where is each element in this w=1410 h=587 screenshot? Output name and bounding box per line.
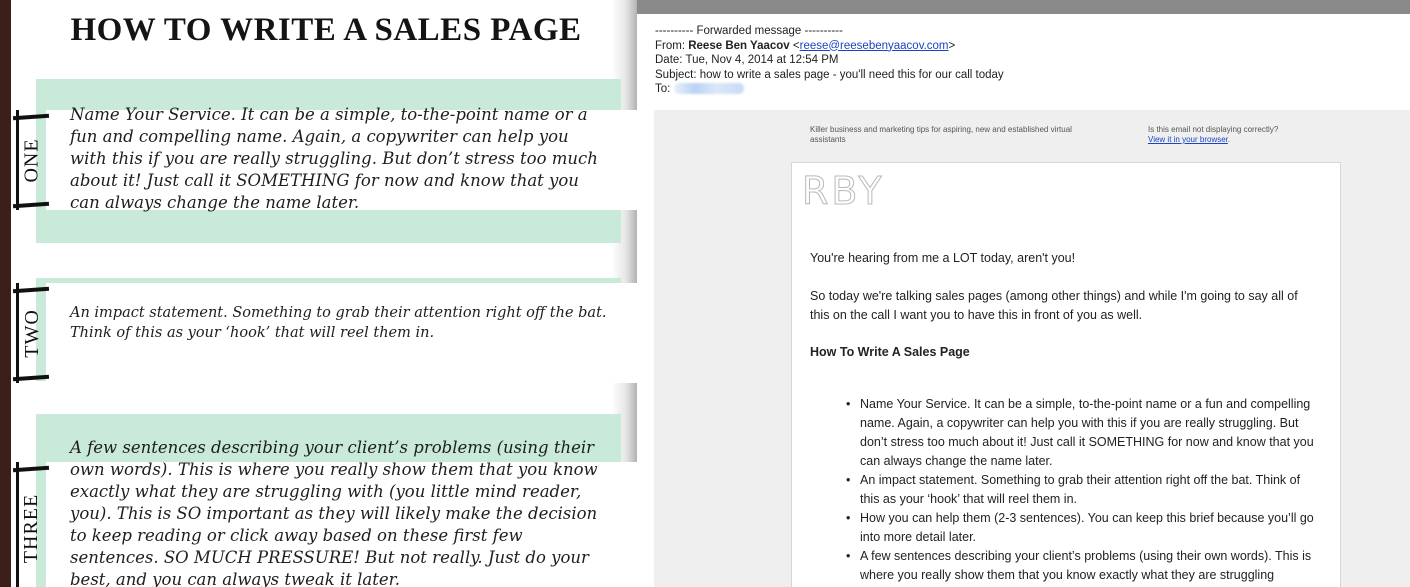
sender-name: Reese Ben Yaacov <box>688 39 790 52</box>
to-row: To: <box>655 82 1395 97</box>
rby-logo: RBY <box>802 169 885 214</box>
subject-row: Subject: how to write a sales page - you… <box>655 68 1004 81</box>
step-one-label: ONE <box>20 137 43 183</box>
worksheet-edge <box>0 0 11 587</box>
list-item: Name Your Service. It can be a simple, t… <box>846 395 1315 471</box>
forwarded-line: ---------- Forwarded message ---------- <box>655 25 843 37</box>
email-heading: How To Write A Sales Page <box>810 345 970 359</box>
step-one-text: Name Your Service. It can be a simple, t… <box>70 105 598 212</box>
subject-value: how to write a sales page - you'll need … <box>699 68 1004 81</box>
from-row: From: Reese Ben Yaacov <reese@reesebenya… <box>655 39 956 52</box>
email-panel: ---------- Forwarded message ---------- … <box>637 0 1410 587</box>
list-item: A few sentences describing your client’s… <box>846 547 1315 585</box>
view-in-browser-link[interactable]: View it in your browser <box>1148 135 1228 144</box>
worksheet-title: HOW TO WRITE A SALES PAGE <box>70 12 582 48</box>
email-intro: So today we're talking sales pages (amon… <box>810 289 1298 322</box>
preheader-display-notice: Is this email not displaying correctly? … <box>1148 125 1279 144</box>
step-three-label: THREE <box>20 493 43 564</box>
list-item: How you can help them (2-3 sentences). Y… <box>846 509 1315 547</box>
step-two-label: TWO <box>20 308 43 358</box>
email-greeting: You're hearing from me a LOT today, aren… <box>810 251 1076 265</box>
date-value: Tue, Nov 4, 2014 at 12:54 PM <box>685 54 839 66</box>
date-row: Date: Tue, Nov 4, 2014 at 12:54 PM <box>655 54 839 66</box>
email-bullet-list: Name Your Service. It can be a simple, t… <box>846 395 1315 585</box>
worksheet-panel: HOW TO WRITE A SALES PAGE ONE Name Your … <box>0 0 637 587</box>
list-item: An impact statement. Something to grab t… <box>846 471 1315 509</box>
window-top-bar <box>637 0 1410 14</box>
email-content-card: RBY You're hearing from me a LOT today, … <box>791 162 1341 587</box>
step-three-text: A few sentences describing your client’s… <box>70 438 598 587</box>
email-header: ---------- Forwarded message ---------- … <box>655 24 1395 97</box>
redacted-recipient <box>673 83 744 95</box>
step-two-text: An impact statement. Something to grab t… <box>70 305 607 341</box>
sender-email-link[interactable]: reese@reesebenyaacov.com <box>800 40 949 52</box>
preheader-tagline: Killer business and marketing tips for a… <box>810 125 1072 144</box>
